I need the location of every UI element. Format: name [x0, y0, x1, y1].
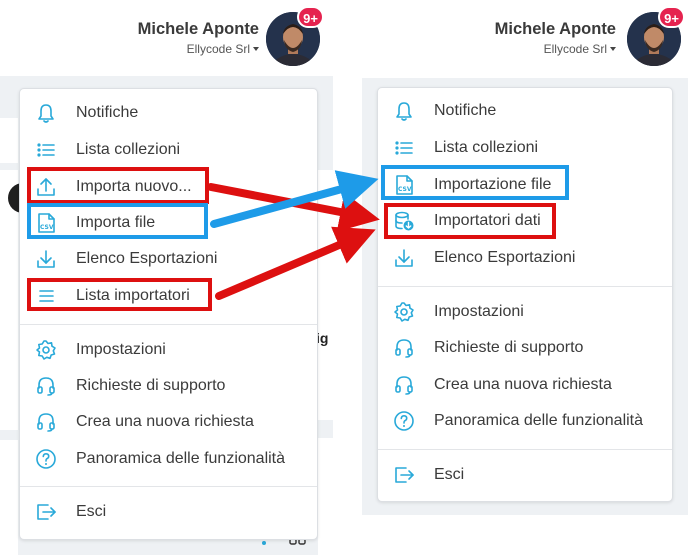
menu-item-impostazioni[interactable]: Impostazioni [20, 331, 317, 368]
menu-item-label: Richieste di supporto [76, 376, 226, 394]
menu-item-label: Crea una nuova richiesta [434, 375, 612, 393]
notification-badge: 9+ [658, 6, 685, 28]
menu-item-label: Elenco Esportazioni [434, 248, 576, 266]
logout-icon [37, 503, 56, 520]
menu-divider [20, 324, 317, 325]
comparison-stage: Michele Aponte Ellycode Srl 9+ ig Notifi… [0, 0, 688, 555]
menu-item-label: Notifiche [434, 101, 497, 119]
caret-down-icon [253, 47, 259, 51]
menu-item-esci[interactable]: Esci [378, 456, 672, 493]
list-icon [395, 140, 413, 155]
upload-icon [37, 177, 55, 196]
menu-item-lista-collezioni[interactable]: Lista collezioni [20, 131, 317, 168]
menu-item-lista-importatori[interactable]: Lista importatori [20, 277, 317, 314]
company-switcher[interactable]: Ellycode Srl [544, 42, 616, 56]
list-icon [37, 142, 55, 157]
menu-item-crea-richiesta[interactable]: Crea una nuova richiesta [378, 366, 672, 403]
menu-item-esci[interactable]: Esci [20, 493, 317, 530]
menu-item-panoramica[interactable]: Panoramica delle funzionalità [20, 440, 317, 477]
menu-item-importazione-file[interactable]: CSV Importazione file [378, 166, 672, 203]
menu-item-lista-collezioni[interactable]: Lista collezioni [378, 129, 672, 166]
menu-item-label: Esci [76, 502, 107, 520]
menu-divider [378, 449, 672, 450]
menu-item-label: Impostazioni [76, 340, 166, 358]
headset-icon [37, 412, 55, 432]
lines-icon [39, 289, 54, 302]
menu-item-importa-file[interactable]: CSV Importa file [20, 204, 317, 241]
menu-item-importatori-dati[interactable]: Importatori dati [378, 202, 672, 239]
company-name: Ellycode Srl [186, 42, 250, 56]
download-icon [37, 249, 55, 268]
csv-file-icon: CSV [38, 212, 55, 233]
user-dropdown-menu: Notifiche Lista collezioni CSV Importazi… [377, 87, 673, 502]
menu-divider [378, 286, 672, 287]
gear-icon [36, 339, 56, 360]
menu-item-label: Lista importatori [76, 286, 190, 304]
help-circle-icon [36, 448, 56, 469]
notification-badge: 9+ [297, 6, 324, 28]
menu-item-impostazioni[interactable]: Impostazioni [378, 293, 672, 330]
user-name[interactable]: Michele Aponte [138, 20, 259, 39]
logout-icon [395, 466, 414, 483]
background-strip [0, 440, 18, 555]
user-dropdown-menu: Notifiche Lista collezioni Importa nuovo… [19, 88, 318, 540]
headset-icon [37, 376, 55, 396]
menu-item-label: Importa nuovo... [76, 177, 192, 195]
company-switcher[interactable]: Ellycode Srl [187, 42, 259, 56]
gear-icon [394, 301, 414, 322]
menu-item-richieste-supporto[interactable]: Richieste di supporto [20, 367, 317, 404]
menu-divider [20, 486, 317, 487]
user-name[interactable]: Michele Aponte [495, 20, 616, 39]
menu-item-label: Crea una nuova richiesta [76, 412, 254, 430]
csv-file-icon: CSV [396, 174, 413, 195]
menu-item-label: Panoramica delle funzionalità [434, 411, 644, 429]
menu-item-label: Importatori dati [434, 211, 541, 229]
bell-icon [38, 103, 54, 123]
menu-item-notifiche[interactable]: Notifiche [378, 92, 672, 129]
before-panel: Michele Aponte Ellycode Srl 9+ ig Notifi… [0, 0, 333, 555]
top-bar: Michele Aponte Ellycode Srl 9+ [362, 0, 688, 78]
background-strip [0, 118, 18, 163]
menu-item-label: Lista collezioni [76, 140, 181, 158]
menu-item-label: Richieste di supporto [434, 338, 584, 356]
svg-text:CSV: CSV [40, 224, 54, 231]
caret-down-icon [610, 47, 616, 51]
background-strip [318, 438, 333, 555]
menu-item-label: Esci [434, 465, 465, 483]
database-download-icon [395, 211, 414, 230]
background-strip [318, 170, 333, 420]
menu-item-label: Lista collezioni [434, 138, 539, 156]
help-circle-icon [394, 410, 414, 431]
menu-item-notifiche[interactable]: Notifiche [20, 94, 317, 131]
headset-icon [395, 338, 413, 358]
menu-item-label: Panoramica delle funzionalità [76, 449, 286, 467]
menu-item-elenco-esportazioni[interactable]: Elenco Esportazioni [20, 240, 317, 277]
after-panel: Michele Aponte Ellycode Srl 9+ Notifiche [362, 0, 688, 515]
menu-item-elenco-esportazioni[interactable]: Elenco Esportazioni [378, 239, 672, 276]
menu-item-label: Impostazioni [434, 302, 524, 320]
top-bar: Michele Aponte Ellycode Srl 9+ [0, 0, 333, 76]
menu-item-crea-richiesta[interactable]: Crea una nuova richiesta [20, 403, 317, 440]
menu-item-label: Importa file [76, 213, 156, 231]
menu-item-label: Importazione file [434, 175, 552, 193]
menu-item-importa-nuovo[interactable]: Importa nuovo... [20, 168, 317, 205]
svg-text:CSV: CSV [398, 186, 412, 193]
bell-icon [396, 101, 412, 121]
menu-item-label: Elenco Esportazioni [76, 249, 218, 267]
headset-icon [395, 375, 413, 395]
company-name: Ellycode Srl [543, 42, 607, 56]
download-icon [395, 248, 413, 267]
menu-item-panoramica[interactable]: Panoramica delle funzionalità [378, 402, 672, 439]
menu-item-richieste-supporto[interactable]: Richieste di supporto [378, 329, 672, 366]
background-dot [262, 541, 266, 545]
menu-item-label: Notifiche [76, 103, 139, 121]
